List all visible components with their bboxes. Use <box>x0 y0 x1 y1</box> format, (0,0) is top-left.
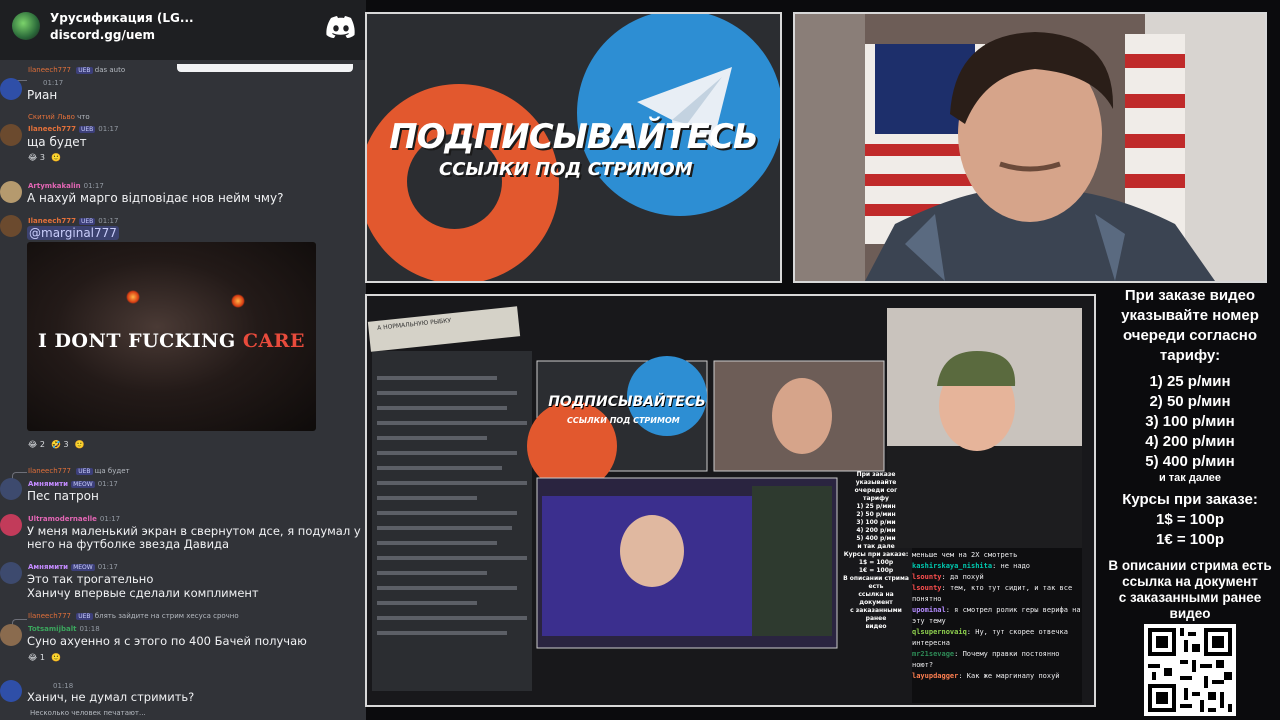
description-line: с заказанными ранее <box>1118 590 1262 605</box>
twitch-chat-line: layupdagger: Как же маргиналу похуй <box>912 672 1060 680</box>
reply-preview: Ilaneech777 UEB ща будет <box>28 467 130 475</box>
meme-image[interactable]: I DONT FUCKING CARE <box>27 242 316 431</box>
clown-eye <box>231 294 245 308</box>
twitch-chat-line: lsounty: тем, кто тут сидит, и так все п… <box>912 584 1073 603</box>
rate-item: 1$ = 100р <box>1156 511 1224 528</box>
promo-banner: ПОДПИСЫВАЙТЕСЬ ССЫЛКИ ПОД СТРИМОМ <box>365 12 782 283</box>
typing-indicator: Несколько человек печатают... <box>30 709 146 717</box>
server-icon <box>12 12 40 40</box>
rate-item: 1€ = 100р <box>1156 531 1224 548</box>
message-reactions[interactable]: 😂 1 🙂 <box>28 653 67 662</box>
stream-screen-share: ПОДПИСЫВАЙТЕСЬ ССЫЛКИ ПОД СТРИМОМ А НОРМ… <box>365 294 1096 707</box>
nested-info-panel: При заказе указывайте очереди сог тарифу 1)… <box>843 471 909 630</box>
description-line: В описании стрима есть <box>1108 558 1272 573</box>
description-line: ссылка на документ <box>1122 574 1258 589</box>
discord-chat-overlay: Урусификация (LG... discord.gg/uem Ilane… <box>0 0 366 720</box>
header-divider <box>177 64 353 72</box>
description-line: видео <box>1169 606 1211 621</box>
message-header: Амнямити MEOW 01:17 <box>28 563 118 571</box>
promo-subtitle: ССЫЛКИ ПОД СТРИМОМ <box>439 159 693 180</box>
reply-preview: Скитий Льво что <box>28 113 90 121</box>
info-line: очереди согласно <box>1122 327 1258 344</box>
avatar[interactable] <box>0 624 22 646</box>
twitch-chat-line: mr21sevage: Почему правки постоянно ноют… <box>912 650 1060 669</box>
info-line: указывайте номер <box>1121 307 1259 324</box>
tariff-item: 3) 100 р/мин <box>1145 413 1235 430</box>
message-header: Ultramodernaelle 01:17 <box>28 515 121 523</box>
message-reactions[interactable]: 😂 3 🙂 <box>28 153 67 162</box>
message-header: Ilaneech777 UEB 01:17 <box>28 125 119 133</box>
twitch-chat-line: kashirskaya_nishita: не надо <box>912 562 1031 570</box>
twitch-chat-line: qlsupernovaiq: Ну, тут скорее отвечка ин… <box>912 628 1068 647</box>
message-header: Ilaneech777 UEB 01:17 <box>28 217 119 225</box>
message-header: 01:17 <box>43 79 64 87</box>
message-header: Totsamijbalt 01:18 <box>28 625 100 633</box>
server-name: Урусификация (LG... <box>50 11 194 25</box>
avatar[interactable] <box>0 215 22 237</box>
message-text: @marginal777 <box>27 226 119 240</box>
promo-title: ПОДПИСЫВАЙТЕСЬ <box>389 117 759 157</box>
order-info-panel: При заказе видео указывайте номер очеред… <box>1100 286 1280 622</box>
avatar[interactable] <box>0 181 22 203</box>
webcam-feed <box>793 12 1267 283</box>
message-reactions[interactable]: 😂 2 🤣 3 🙂 <box>28 440 91 449</box>
avatar[interactable] <box>0 562 22 584</box>
message-header: Амнямити MEOW 01:17 <box>28 480 118 488</box>
reply-preview: Ilaneech777 UEB das auto <box>28 66 126 74</box>
user-mention[interactable]: @marginal777 <box>27 226 119 240</box>
info-line: тарифу: <box>1159 347 1221 364</box>
message-text: Суно ахуенно я с этого по 400 Бачей полу… <box>27 634 307 648</box>
rates-title: Курсы при заказе: <box>1122 491 1258 508</box>
twitch-chat: меньше чем на 2Х смотреть kashirskaya_ni… <box>912 550 1082 682</box>
message-header: 01:18 <box>53 682 74 690</box>
info-line: При заказе видео <box>1124 287 1256 304</box>
message-text: Ханичу впервые сделали комплимент <box>27 586 259 600</box>
message-text: Риан <box>27 88 58 102</box>
message-text: него на футболке звезда Давида <box>27 537 230 551</box>
reply-preview: Ilaneech777 UEB блять зайдите на стрим х… <box>28 612 239 620</box>
nested-promo-title: ПОДПИСЫВАЙТЕСЬ <box>548 394 706 410</box>
clown-eye <box>126 290 140 304</box>
avatar[interactable] <box>0 514 22 536</box>
nested-promo-subtitle: ССЫЛКИ ПОД СТРИМОМ <box>567 416 680 425</box>
message-text: Пес патрон <box>27 489 99 503</box>
message-text: А нахуй марго відповідає нов нейм чму? <box>27 191 284 205</box>
webcam-scene <box>795 14 1265 281</box>
qr-code-icon <box>1144 624 1236 716</box>
avatar[interactable] <box>0 680 22 702</box>
tariff-item: 4) 200 р/мин <box>1145 433 1235 450</box>
avatar[interactable] <box>0 478 22 500</box>
tariff-etc: и так далее <box>1158 472 1222 484</box>
message-text: ща будет <box>27 135 87 149</box>
tariff-item: 5) 400 р/мин <box>1145 453 1235 470</box>
message-text: Ханич, не думал стримить? <box>27 690 195 704</box>
message-header: Artymkakalin 01:17 <box>28 182 104 190</box>
discord-logo-icon <box>326 16 355 38</box>
twitch-chat-line: upominal: я смотрел ролик геры верифа на… <box>912 606 1081 625</box>
twitch-chat-line: lsounty: да похуй <box>912 573 984 581</box>
twitch-chat-line: меньше чем на 2Х смотреть <box>912 551 1018 559</box>
tariff-item: 1) 25 р/мин <box>1149 373 1231 390</box>
avatar[interactable] <box>0 124 22 146</box>
message-text: Это так трогательно <box>27 572 154 586</box>
tariff-item: 2) 50 р/мин <box>1149 393 1231 410</box>
discord-server-header: Урусификация (LG... discord.gg/uem <box>0 0 366 60</box>
avatar[interactable] <box>0 78 22 100</box>
server-invite: discord.gg/uem <box>50 28 156 42</box>
meme-caption: I DONT FUCKING CARE <box>37 330 306 352</box>
message-text: У меня маленький экран в свернутом дсе, … <box>27 524 361 538</box>
